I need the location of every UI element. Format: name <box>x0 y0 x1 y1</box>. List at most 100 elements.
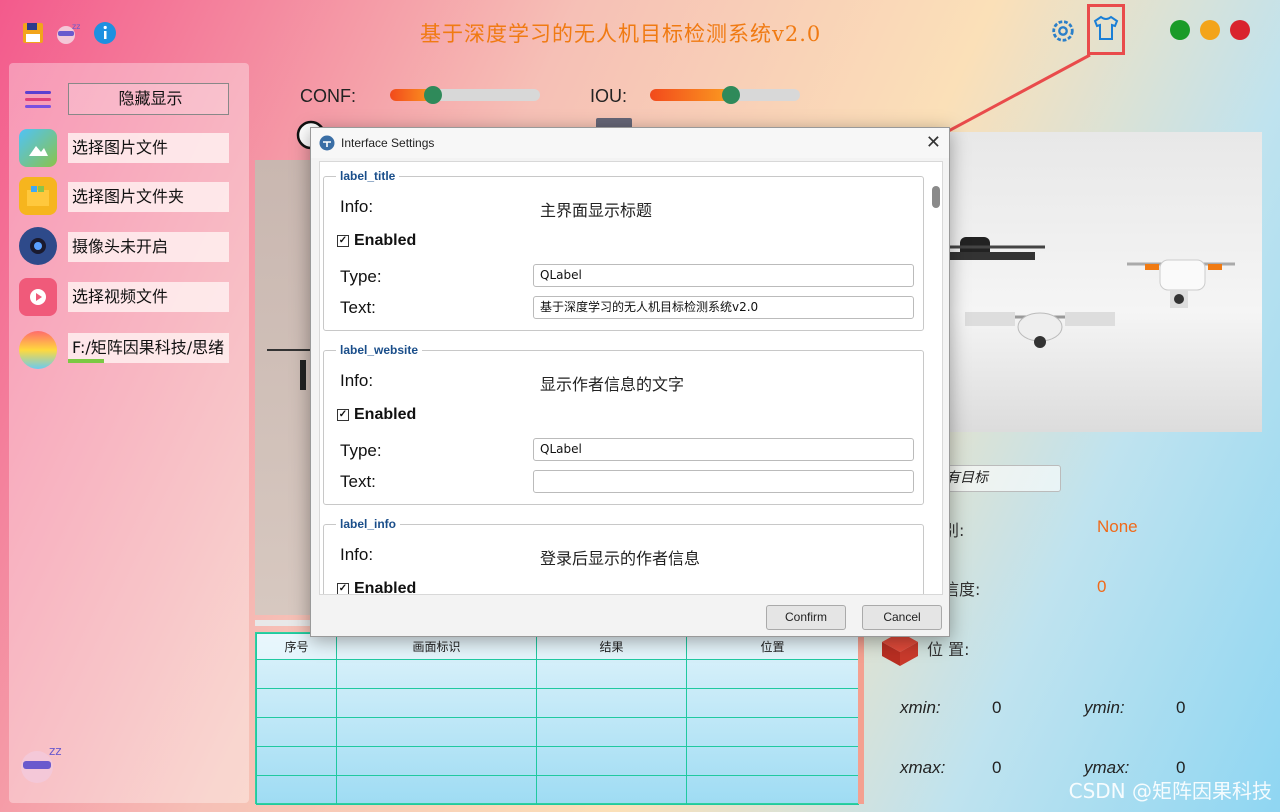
enabled-checkbox[interactable]: ✓ Enabled <box>337 406 416 424</box>
text-field[interactable] <box>533 470 914 493</box>
col-result[interactable]: 结果 <box>536 633 687 660</box>
gear-icon[interactable] <box>1050 18 1076 44</box>
confirm-button[interactable]: Confirm <box>766 605 846 630</box>
xmax-label: xmax: <box>900 758 946 777</box>
shirt-icon <box>1092 15 1120 45</box>
dialog-app-icon <box>319 135 335 156</box>
group-title: label_info <box>336 517 401 531</box>
group-label-website: label_website Info: 显示作者信息的文字 ✓ Enabled … <box>323 343 924 505</box>
confidence-value: 0 <box>1097 577 1107 596</box>
type-field[interactable]: QLabel <box>533 264 914 287</box>
vertical-scrollbar[interactable] <box>930 168 940 586</box>
dialog-close-icon[interactable]: ✕ <box>926 132 941 153</box>
avatar-sleep-icon[interactable]: zz <box>54 20 80 46</box>
cancel-button[interactable]: Cancel <box>862 605 942 630</box>
dialog-title: Interface Settings <box>341 136 435 150</box>
col-frame[interactable]: 画面标识 <box>336 633 537 660</box>
video-file-icon <box>19 278 57 316</box>
menu-icon[interactable] <box>19 81 57 119</box>
minimize-button[interactable] <box>1200 20 1220 40</box>
settings-scroll-area[interactable]: label_title Info: 主界面显示标题 ✓ Enabled Type… <box>319 161 943 595</box>
group-title: label_website <box>336 343 423 357</box>
drone-white-right <box>1127 259 1235 308</box>
menu-row <box>19 81 57 119</box>
ymin-label: ymin: <box>1084 698 1125 717</box>
sidebar: 隐藏显示 选择图片文件 选择图片文件夹 摄像头未开启 选择视频文件 F:/矩阵因… <box>9 63 249 803</box>
enabled-checkbox[interactable]: ✓ Enabled <box>337 580 417 595</box>
app-title: 基于深度学习的无人机目标检测系统v2.0 <box>420 22 822 46</box>
xmax-value: 0 <box>992 758 1002 777</box>
type-label: Type: <box>340 441 382 460</box>
image-display-area <box>255 160 315 615</box>
camera-icon <box>19 227 57 265</box>
target-select[interactable]: 有目标 <box>935 465 1061 492</box>
iou-label: IOU: <box>590 86 628 106</box>
conf-slider-knob[interactable] <box>424 86 442 104</box>
model-progress-bar <box>68 359 104 363</box>
col-index[interactable]: 序号 <box>256 633 337 660</box>
info-icon[interactable] <box>92 20 118 46</box>
theme-button[interactable] <box>1087 4 1125 55</box>
drone-white-center <box>965 312 1115 348</box>
iou-slider-fill <box>650 89 730 101</box>
info-label: Info: <box>340 197 374 216</box>
interface-settings-dialog: Interface Settings ✕ label_title Info: 主… <box>310 127 950 637</box>
image-progress <box>255 620 315 626</box>
close-button[interactable] <box>1230 20 1250 40</box>
select-folder-button[interactable]: 选择图片文件夹 <box>68 182 229 212</box>
group-title: label_title <box>336 169 400 183</box>
sleep-avatar-icon: zz <box>17 741 63 791</box>
dialog-titlebar: Interface Settings ✕ <box>311 128 949 158</box>
text-field[interactable]: 基于深度学习的无人机目标检测系统v2.0 <box>533 296 914 319</box>
folder-icon <box>19 177 57 215</box>
ymin-value: 0 <box>1176 698 1186 717</box>
text-label: Text: <box>340 298 376 317</box>
iou-slider[interactable] <box>650 86 800 104</box>
sidebar-item-model[interactable] <box>19 331 57 369</box>
table-scrollbar[interactable] <box>858 632 864 804</box>
drone-image <box>945 132 1262 432</box>
type-label: Type: <box>340 267 382 286</box>
conf-slider[interactable] <box>390 86 540 104</box>
sidebar-item-video[interactable] <box>19 278 57 316</box>
save-icon[interactable] <box>20 20 46 46</box>
checkbox-checked-icon: ✓ <box>337 235 349 247</box>
enabled-checkbox[interactable]: ✓ Enabled <box>337 232 416 250</box>
drone-black <box>945 237 1045 260</box>
camera-button[interactable]: 摄像头未开启 <box>68 232 229 262</box>
checkbox-checked-icon: ✓ <box>337 409 349 421</box>
sidebar-item-image[interactable] <box>19 129 57 167</box>
text-label: Text: <box>340 472 376 491</box>
hide-display-button[interactable]: 隐藏显示 <box>68 83 229 115</box>
table-row[interactable] <box>256 775 859 805</box>
enabled-label: Enabled <box>354 580 417 595</box>
iou-slider-knob[interactable] <box>722 86 740 104</box>
col-position[interactable]: 位置 <box>686 633 859 660</box>
enabled-label: Enabled <box>354 406 417 423</box>
xmin-label: xmin: <box>900 698 941 717</box>
type-field[interactable]: QLabel <box>533 438 914 461</box>
conf-label: CONF: <box>300 86 356 106</box>
group-label-info: label_info Info: 登录后显示的作者信息 ✓ Enabled <box>323 517 924 595</box>
info-label: Info: <box>340 545 374 564</box>
select-image-button[interactable]: 选择图片文件 <box>68 133 229 163</box>
results-table[interactable]: 序号 画面标识 结果 位置 <box>255 632 860 805</box>
model-icon <box>19 331 57 369</box>
table-row[interactable] <box>256 746 859 776</box>
scrollbar-thumb[interactable] <box>932 186 940 208</box>
checkbox-checked-icon: ✓ <box>337 583 349 594</box>
sidebar-item-folder[interactable] <box>19 177 57 215</box>
table-row[interactable] <box>256 717 859 747</box>
image-file-icon <box>19 129 57 167</box>
maximize-button[interactable] <box>1170 20 1190 40</box>
watermark: CSDN @矩阵因果科技 <box>1068 779 1272 803</box>
enabled-label: Enabled <box>354 232 417 249</box>
table-row[interactable] <box>256 688 859 718</box>
svg-text:zz: zz <box>49 744 62 758</box>
info-text: 主界面显示标题 <box>540 201 653 220</box>
xmin-value: 0 <box>992 698 1002 717</box>
select-video-button[interactable]: 选择视频文件 <box>68 282 229 312</box>
table-row[interactable] <box>256 659 859 689</box>
sidebar-item-camera[interactable] <box>19 227 57 265</box>
info-text: 登录后显示的作者信息 <box>540 549 701 568</box>
